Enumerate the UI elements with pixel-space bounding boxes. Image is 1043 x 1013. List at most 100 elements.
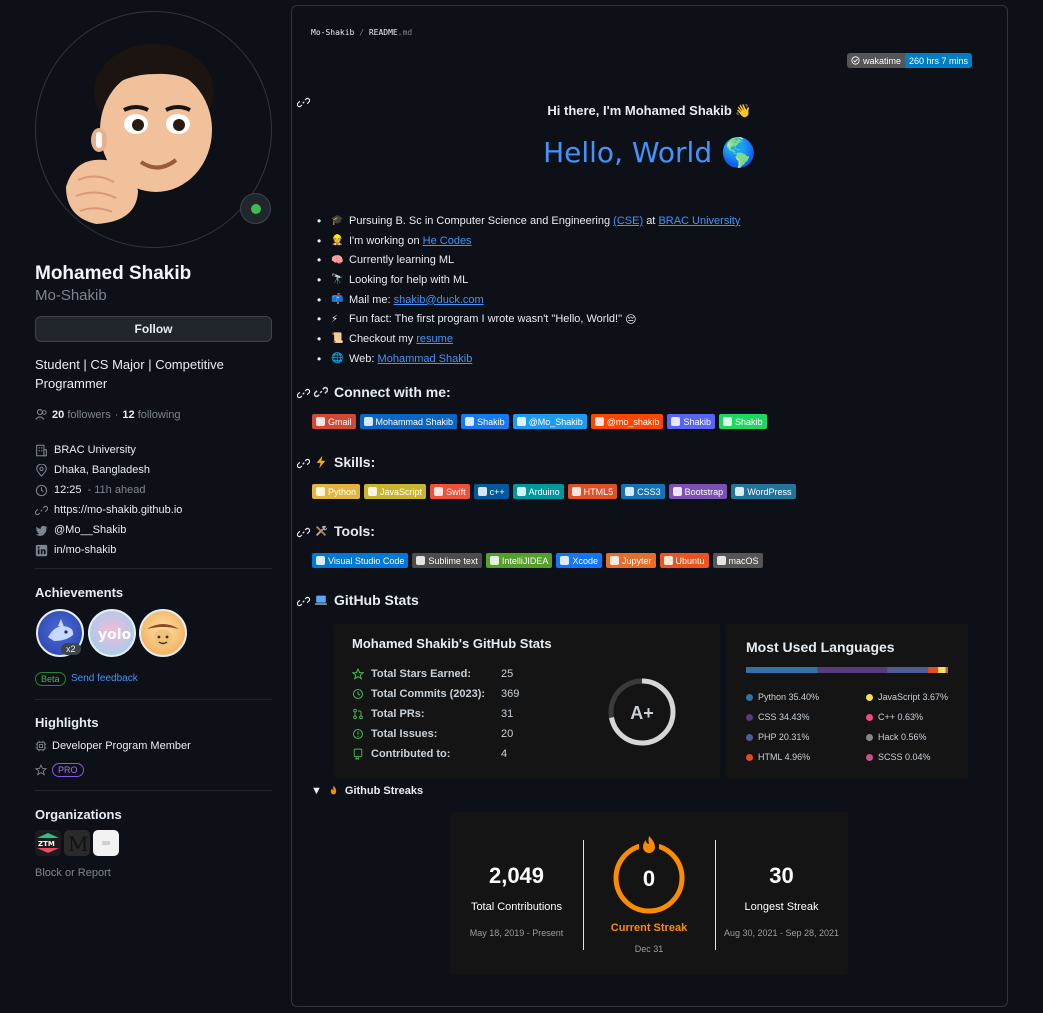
- skills-badge[interactable]: CSS3: [621, 484, 665, 499]
- list-item: 🎓 Pursuing B. Sc in Computer Science and …: [317, 211, 740, 231]
- language-bar-segment: [746, 667, 818, 673]
- org-avatar-ztm[interactable]: ZTM: [35, 830, 61, 856]
- connect-badge[interactable]: Shakib: [718, 414, 767, 429]
- fire-icon: [330, 785, 337, 795]
- badge-label: IntelliJIDEA: [501, 555, 549, 566]
- stat-row: Total Stars Earned: 25: [352, 668, 513, 680]
- badge-label: JavaScript: [380, 486, 423, 497]
- badge-logo-icon: [316, 487, 325, 496]
- streak-stats-card[interactable]: 2,049 Total Contributions May 18, 2019 -…: [450, 812, 848, 975]
- longest-streak-range: Aug 30, 2021 - Sep 28, 2021: [723, 928, 840, 938]
- pro-badge: PRO: [52, 763, 84, 777]
- twitter-item[interactable]: @Mo__Shakib: [35, 520, 272, 540]
- wakatime-icon: [851, 56, 860, 65]
- linkedin-handle[interactable]: in/mo-shakib: [54, 544, 116, 556]
- current-streak-value: 0: [643, 866, 655, 891]
- skills-badge[interactable]: HTML5: [567, 484, 618, 499]
- cse-link[interactable]: (CSE): [613, 215, 643, 227]
- skills-badge[interactable]: Arduino: [512, 484, 564, 499]
- wakatime-badge[interactable]: wakatime 260 hrs 7 mins: [847, 53, 973, 68]
- tools-badge[interactable]: Visual Studio Code: [312, 553, 409, 568]
- website-link[interactable]: https://mo-shakib.github.io: [54, 504, 182, 516]
- connect-badge[interactable]: Mohammad Shakib: [359, 414, 458, 429]
- wave-emoji: 👋: [735, 103, 752, 118]
- lightning-icon: [316, 455, 326, 469]
- connect-badge[interactable]: @mo_shakib: [590, 414, 664, 429]
- telescope-emoji-icon: 🔭: [331, 274, 344, 286]
- org-avatar-white[interactable]: [93, 830, 119, 856]
- github-stats-card[interactable]: Mohamed Shakib's GitHub Stats Total Star…: [334, 624, 720, 779]
- yolo-icon: yolo: [98, 627, 132, 643]
- connect-badge[interactable]: @Mo_Shakib: [512, 414, 587, 429]
- badge-label: Visual Studio Code: [328, 555, 405, 566]
- connect-badge[interactable]: Gmail: [312, 414, 356, 429]
- achievement-badge-quickdraw[interactable]: [139, 609, 187, 657]
- stat-row: Total Commits (2023): 369: [352, 688, 519, 700]
- badge-label: macOS: [728, 555, 759, 566]
- breadcrumb-ext: .md: [397, 28, 413, 37]
- heading-anchor-link-icon[interactable]: [297, 387, 310, 400]
- longest-streak-label: Longest Streak: [744, 901, 819, 913]
- connect-badge[interactable]: Shakib: [461, 414, 509, 429]
- greeting-text: Hi there, I'm Mohamed Shakib: [547, 103, 732, 118]
- location-item: Dhaka, Bangladesh: [35, 460, 272, 480]
- status-indicator[interactable]: [240, 193, 271, 224]
- tools-badge[interactable]: Sublime text: [412, 553, 482, 568]
- website-item[interactable]: https://mo-shakib.github.io: [35, 500, 272, 520]
- block-or-report-link[interactable]: Block or Report: [35, 867, 111, 879]
- beta-badge: Beta: [35, 672, 66, 686]
- badge-logo-icon: [594, 417, 604, 426]
- skills-badge[interactable]: WordPress: [731, 484, 796, 499]
- followers-link[interactable]: 20 followers: [52, 409, 111, 421]
- skills-badge[interactable]: JavaScript: [364, 484, 427, 499]
- local-time: 12:25: [54, 484, 82, 496]
- tools-badge[interactable]: Ubuntu: [659, 553, 709, 568]
- tools-badge[interactable]: Xcode: [556, 553, 602, 568]
- brain-emoji-icon: 🧠: [331, 254, 344, 266]
- skills-badge[interactable]: Swift: [430, 484, 470, 499]
- badge-logo-icon: [489, 556, 499, 565]
- org-avatar-m[interactable]: M: [64, 830, 90, 856]
- web-link[interactable]: Mohammad Shakib: [378, 353, 473, 365]
- resume-link[interactable]: resume: [416, 333, 453, 345]
- linkedin-item[interactable]: in/mo-shakib: [35, 540, 272, 560]
- send-feedback-link[interactable]: Send feedback: [71, 673, 138, 684]
- language-item: Python 35.40%: [746, 692, 819, 702]
- highlight-pro: PRO: [35, 763, 84, 777]
- connect-heading: Connect with me:: [314, 384, 451, 400]
- follow-button[interactable]: Follow: [35, 316, 272, 342]
- total-contributions-label: Total Contributions: [470, 901, 563, 913]
- avatar[interactable]: [35, 11, 272, 248]
- badge-logo-icon: [368, 487, 378, 496]
- tools-badge[interactable]: Jupyter: [605, 553, 656, 568]
- brac-link[interactable]: BRAC University: [658, 215, 740, 227]
- heading-anchor-link-icon[interactable]: [297, 595, 310, 608]
- tools-badge[interactable]: IntelliJIDEA: [485, 553, 553, 568]
- history-icon: [352, 688, 364, 700]
- heading-anchor-link-icon[interactable]: [297, 526, 310, 539]
- company-item: BRAC University: [35, 440, 272, 460]
- he-codes-link[interactable]: He Codes: [423, 235, 472, 247]
- skills-badge[interactable]: c++: [473, 484, 509, 499]
- achievement-badge-yolo[interactable]: yolo: [88, 609, 136, 657]
- follow-stats: 20 followers · 12 following: [35, 408, 181, 421]
- breadcrumb-file[interactable]: README: [369, 28, 398, 37]
- language-bar-segment: [945, 667, 947, 673]
- badge-logo-icon: [316, 556, 325, 565]
- github-streaks-toggle[interactable]: ▼ Github Streaks: [311, 785, 423, 797]
- email-link[interactable]: shakib@duck.com: [394, 294, 484, 306]
- connect-badge[interactable]: Shakib: [667, 414, 715, 429]
- following-link[interactable]: 12 following: [122, 409, 180, 421]
- twitter-handle[interactable]: @Mo__Shakib: [54, 524, 126, 536]
- heading-anchor-link-icon[interactable]: [297, 457, 310, 470]
- badge-logo-icon: [516, 487, 526, 496]
- skills-badge[interactable]: Bootstrap: [668, 484, 728, 499]
- badge-label: Mohammad Shakib: [375, 416, 454, 427]
- badge-logo-icon: [625, 487, 635, 496]
- tools-badge[interactable]: macOS: [712, 553, 763, 568]
- breadcrumb-owner[interactable]: Mo-Shakib: [311, 28, 354, 37]
- longest-streak-value: 30: [769, 863, 794, 888]
- top-languages-card[interactable]: Most Used Languages Python 35.40% CSS 34.…: [726, 624, 968, 779]
- skills-badge[interactable]: Python: [312, 484, 361, 499]
- language-color-dot: [746, 733, 753, 741]
